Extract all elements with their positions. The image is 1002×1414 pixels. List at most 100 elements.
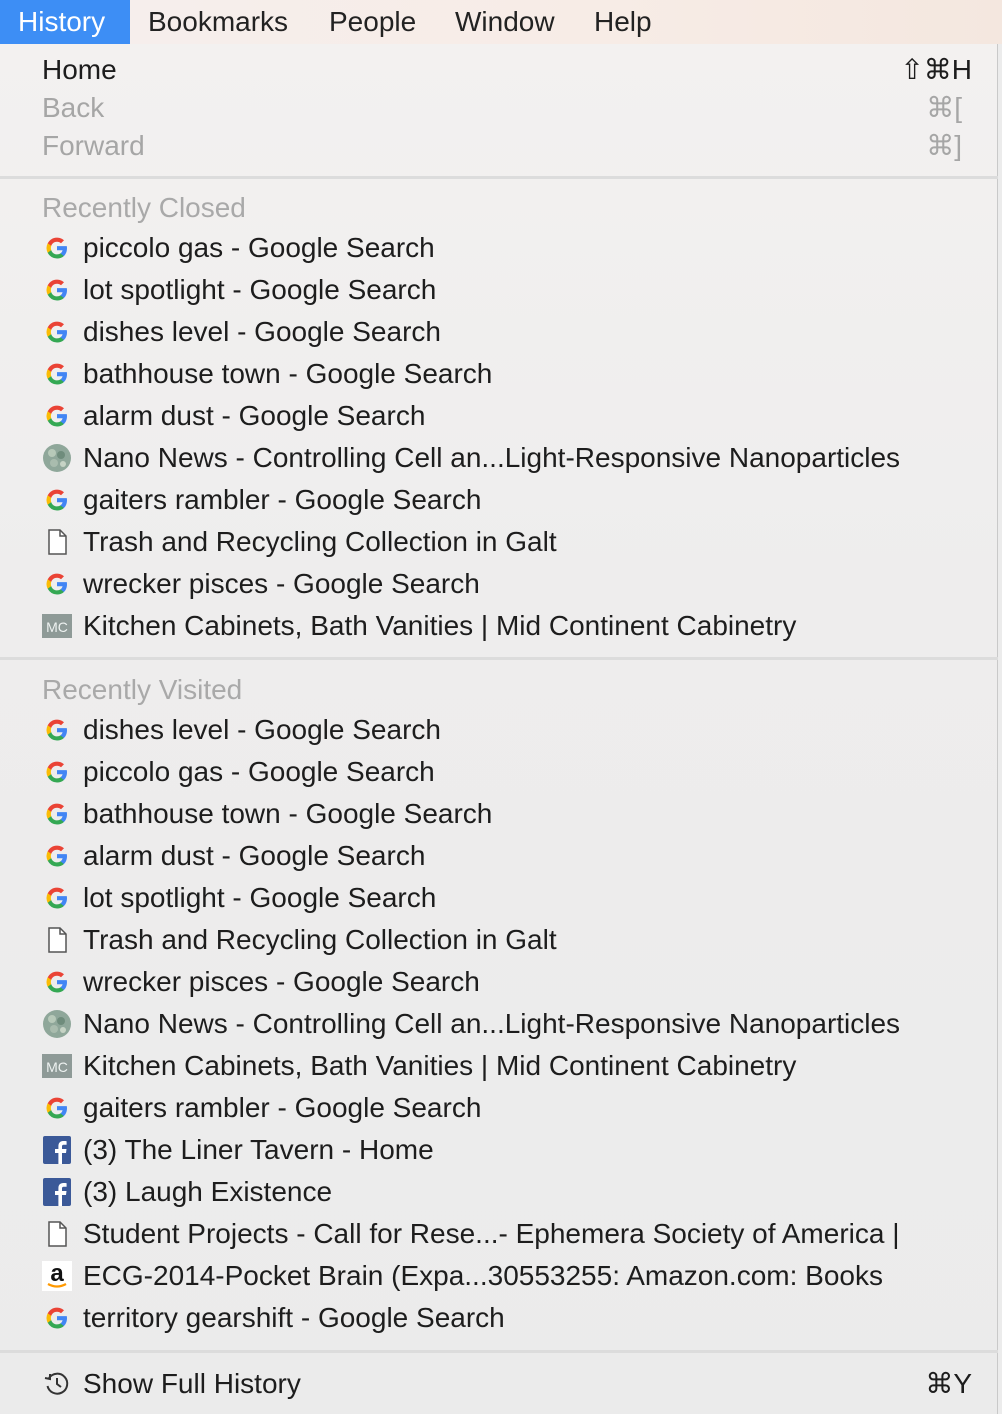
facebook-icon: [42, 1177, 72, 1207]
menu-item-label: Nano News - Controlling Cell an...Light-…: [83, 442, 901, 473]
shortcut-label: ⇧⌘H: [900, 54, 972, 85]
menu-help[interactable]: Help: [576, 0, 670, 44]
recently-visited-item[interactable]: gaiters rambler - Google Search: [0, 1087, 998, 1129]
svg-text:MC: MC: [46, 1059, 68, 1075]
google-icon: [42, 757, 72, 787]
google-icon: [42, 485, 72, 515]
separator: [0, 1350, 998, 1353]
google-icon: [42, 1093, 72, 1123]
google-icon: [42, 1303, 72, 1333]
recently-visited-item[interactable]: wrecker pisces - Google Search: [0, 961, 998, 1003]
separator: [0, 176, 998, 179]
recently-visited-item[interactable]: Trash and Recycling Collection in Galt: [0, 919, 998, 961]
menu-item-label: Forward: [42, 130, 145, 161]
recently-closed-item[interactable]: Trash and Recycling Collection in Galt: [0, 521, 998, 563]
recently-closed-header: Recently Closed: [0, 187, 998, 229]
recently-visited-item[interactable]: MC Kitchen Cabinets, Bath Vanities | Mid …: [0, 1045, 998, 1087]
menu-item-label: Show Full History: [83, 1368, 301, 1399]
menu-item-label: Back: [42, 92, 105, 123]
recently-visited-item[interactable]: territory gearshift - Google Search: [0, 1297, 998, 1339]
history-clock-icon: [42, 1369, 72, 1399]
menu-item-label: dishes level - Google Search: [83, 316, 441, 347]
recently-closed-item[interactable]: lot spotlight - Google Search: [0, 269, 998, 311]
recently-visited-item[interactable]: a ECG-2014-Pocket Brain (Expa...30553255:…: [0, 1255, 998, 1297]
recently-closed-item[interactable]: Nano News - Controlling Cell an...Light-…: [0, 437, 998, 479]
menu-item-label: Student Projects - Call for Rese...- Eph…: [83, 1218, 900, 1249]
menu-item-label: (3) The Liner Tavern - Home: [83, 1134, 434, 1165]
menu-item-label: Home: [42, 54, 117, 85]
show-full-history-item[interactable]: Show Full History ⌘Y: [0, 1363, 998, 1405]
svg-text:MC: MC: [46, 619, 68, 635]
history-dropdown-menu: Home ⇧⌘H Back ⌘[ Forward ⌘] Recently Clo…: [0, 44, 998, 1414]
menu-item-label: wrecker pisces - Google Search: [83, 966, 480, 997]
mc-icon: MC: [42, 1051, 72, 1081]
recently-closed-item[interactable]: MC Kitchen Cabinets, Bath Vanities | Mid …: [0, 605, 998, 647]
menu-bookmarks[interactable]: Bookmarks: [130, 0, 306, 44]
recently-closed-item[interactable]: dishes level - Google Search: [0, 311, 998, 353]
google-icon: [42, 569, 72, 599]
shortcut-label: ⌘[: [926, 92, 962, 123]
menu-item-label: dishes level - Google Search: [83, 714, 441, 745]
amazon-icon: a: [42, 1261, 72, 1291]
recently-closed-item[interactable]: bathhouse town - Google Search: [0, 353, 998, 395]
recently-visited-item[interactable]: lot spotlight - Google Search: [0, 877, 998, 919]
menu-item-label: gaiters rambler - Google Search: [83, 1092, 482, 1123]
menu-window[interactable]: Window: [437, 0, 573, 44]
google-icon: [42, 359, 72, 389]
recently-visited-item[interactable]: (3) Laugh Existence: [0, 1171, 998, 1213]
page-icon: [42, 527, 72, 557]
menu-item-label: gaiters rambler - Google Search: [83, 484, 482, 515]
recently-visited-item[interactable]: bathhouse town - Google Search: [0, 793, 998, 835]
menu-item-label: alarm dust - Google Search: [83, 400, 426, 431]
recently-closed-item[interactable]: alarm dust - Google Search: [0, 395, 998, 437]
separator: [0, 657, 998, 660]
shortcut-label: ⌘Y: [925, 1368, 972, 1399]
recently-visited-item[interactable]: piccolo gas - Google Search: [0, 751, 998, 793]
mc-icon: MC: [42, 611, 72, 641]
recently-visited-header: Recently Visited: [0, 669, 998, 711]
menu-item-label: Kitchen Cabinets, Bath Vanities | Mid Co…: [83, 610, 797, 641]
nano-news-icon: [42, 1009, 72, 1039]
recently-visited-item[interactable]: alarm dust - Google Search: [0, 835, 998, 877]
menu-item-label: Kitchen Cabinets, Bath Vanities | Mid Co…: [83, 1050, 797, 1081]
google-icon: [42, 233, 72, 263]
google-icon: [42, 715, 72, 745]
recently-visited-item[interactable]: Nano News - Controlling Cell an...Light-…: [0, 1003, 998, 1045]
menu-item-label: bathhouse town - Google Search: [83, 798, 493, 829]
menu-item-label: Nano News - Controlling Cell an...Light-…: [83, 1008, 901, 1039]
recently-closed-item[interactable]: wrecker pisces - Google Search: [0, 563, 998, 605]
google-icon: [42, 799, 72, 829]
menu-item-label: lot spotlight - Google Search: [83, 882, 437, 913]
section-header-label: Recently Visited: [42, 674, 243, 705]
menu-history[interactable]: History: [0, 0, 130, 44]
recently-visited-item[interactable]: Student Projects - Call for Rese...- Eph…: [0, 1213, 998, 1255]
menu-item-label: Trash and Recycling Collection in Galt: [83, 526, 557, 557]
recently-visited-item[interactable]: dishes level - Google Search: [0, 709, 998, 751]
facebook-icon: [42, 1135, 72, 1165]
menu-item-label: ECG-2014-Pocket Brain (Expa...30553255: …: [83, 1260, 883, 1291]
menu-item-label: Trash and Recycling Collection in Galt: [83, 924, 557, 955]
google-icon: [42, 275, 72, 305]
menu-people[interactable]: People: [311, 0, 434, 44]
menu-item-label: territory gearshift - Google Search: [83, 1302, 505, 1333]
google-icon: [42, 841, 72, 871]
menu-item-label: lot spotlight - Google Search: [83, 274, 437, 305]
recently-closed-item[interactable]: piccolo gas - Google Search: [0, 227, 998, 269]
page-icon: [42, 925, 72, 955]
menu-item-label: bathhouse town - Google Search: [83, 358, 493, 389]
section-header-label: Recently Closed: [42, 192, 246, 223]
menu-item-label: piccolo gas - Google Search: [83, 756, 435, 787]
menu-item-back: Back ⌘[: [0, 87, 998, 129]
page-icon: [42, 1219, 72, 1249]
svg-text:a: a: [50, 1261, 64, 1287]
recently-visited-item[interactable]: (3) The Liner Tavern - Home: [0, 1129, 998, 1171]
google-icon: [42, 883, 72, 913]
menu-item-home[interactable]: Home ⇧⌘H: [0, 49, 998, 91]
menu-item-label: alarm dust - Google Search: [83, 840, 426, 871]
recently-closed-item[interactable]: gaiters rambler - Google Search: [0, 479, 998, 521]
menu-item-label: (3) Laugh Existence: [83, 1176, 333, 1207]
menu-item-label: piccolo gas - Google Search: [83, 232, 435, 263]
google-icon: [42, 317, 72, 347]
menu-item-label: wrecker pisces - Google Search: [83, 568, 480, 599]
menu-item-forward: Forward ⌘]: [0, 125, 998, 167]
